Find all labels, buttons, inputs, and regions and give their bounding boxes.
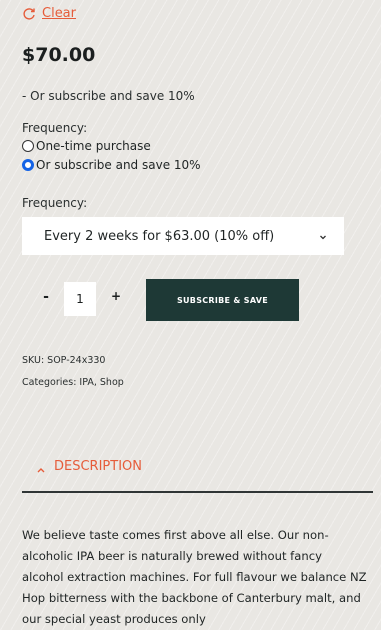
radio-button-subscribe[interactable]: [22, 159, 34, 171]
description-text: We believe taste comes first above all e…: [22, 528, 367, 626]
subscribe-save-button[interactable]: SUBSCRIBE & SAVE: [146, 279, 299, 321]
chevron-down-icon: [318, 231, 328, 241]
product-sku: SKU: SOP-24x330: [22, 355, 106, 366]
radio-subscribe[interactable]: Or subscribe and save 10%: [22, 158, 201, 172]
purchase-option-group: One-time purchase Or subscribe and save …: [22, 139, 201, 172]
radio-label-one-time: One-time purchase: [36, 139, 151, 153]
clear-label: Clear: [42, 6, 76, 21]
description-tab-label: DESCRIPTION: [54, 459, 142, 474]
frequency-select-value: Every 2 weeks for $63.00 (10% off): [44, 228, 275, 244]
section-divider: [22, 491, 373, 493]
frequency-select-label: Frequency:: [22, 196, 88, 210]
frequency-select[interactable]: Every 2 weeks for $63.00 (10% off): [22, 217, 344, 255]
quantity-input[interactable]: [64, 282, 96, 316]
quantity-decrease-button[interactable]: -: [38, 289, 54, 305]
product-price: $70.00: [22, 44, 96, 66]
refresh-icon: [22, 7, 36, 21]
radio-one-time-purchase[interactable]: One-time purchase: [22, 139, 201, 153]
product-categories: Categories: IPA, Shop: [22, 377, 124, 388]
subscribe-note: - Or subscribe and save 10%: [22, 89, 195, 103]
clear-link[interactable]: Clear: [22, 6, 76, 21]
radio-button-one-time[interactable]: [22, 140, 34, 152]
radio-label-subscribe: Or subscribe and save 10%: [36, 158, 201, 172]
quantity-increase-button[interactable]: +: [108, 289, 124, 303]
frequency-label: Frequency:: [22, 121, 88, 135]
description-tab[interactable]: DESCRIPTION: [36, 459, 142, 474]
chevron-up-icon: [36, 463, 46, 472]
